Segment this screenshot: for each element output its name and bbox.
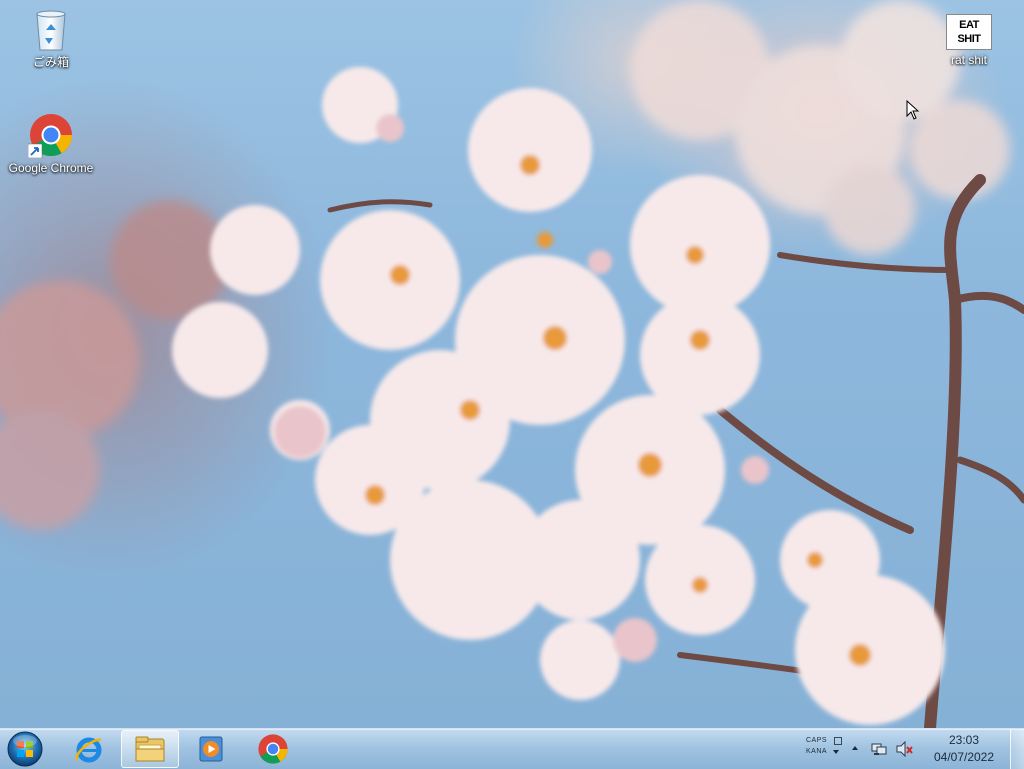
desktop-icon-rat-shit[interactable]: EAT SHIT rat shit	[921, 14, 1017, 67]
ime-options-icon[interactable]	[834, 737, 842, 745]
cherry-blossom-art	[0, 0, 1024, 728]
clock-date[interactable]: 04/07/2022	[926, 750, 1002, 764]
thumbnail-text: EAT SHIT	[957, 19, 981, 45]
desktop-icon-recycle-bin[interactable]: ごみ箱	[3, 8, 99, 69]
desktop-wallpaper	[0, 0, 1024, 728]
desktop-icon-label: ごみ箱	[32, 55, 69, 69]
taskbar-media-player[interactable]	[182, 730, 240, 768]
show-desktop-button[interactable]	[1010, 729, 1024, 769]
taskbar: CAPS KANA 23:03 04/07/2022	[0, 728, 1024, 769]
chevron-down-icon[interactable]	[832, 749, 840, 755]
start-orb-icon[interactable]	[6, 731, 44, 767]
volume-muted-icon[interactable]	[895, 741, 913, 757]
taskbar-windows-explorer[interactable]	[121, 730, 179, 768]
mouse-cursor-icon	[906, 100, 920, 120]
kana-indicator[interactable]: KANA	[806, 748, 827, 755]
caps-indicator[interactable]: CAPS	[806, 737, 827, 744]
chrome-icon	[28, 114, 72, 158]
taskbar-google-chrome[interactable]	[244, 730, 302, 768]
media-player-icon	[199, 736, 223, 762]
clock-time[interactable]: 23:03	[940, 733, 988, 747]
desktop-icon-label: rat shit	[950, 53, 987, 67]
image-file-icon: EAT SHIT	[946, 14, 992, 50]
internet-explorer-icon	[75, 737, 102, 763]
chrome-icon	[258, 734, 288, 764]
taskbar-internet-explorer[interactable]	[60, 730, 118, 768]
desktop-icon-google-chrome[interactable]: Google Chrome	[3, 112, 99, 175]
network-icon[interactable]	[871, 741, 887, 757]
folder-icon	[135, 736, 165, 762]
show-hidden-icons-icon[interactable]	[851, 745, 859, 751]
desktop-icon-label: Google Chrome	[8, 161, 94, 175]
recycle-bin-icon	[36, 10, 66, 51]
